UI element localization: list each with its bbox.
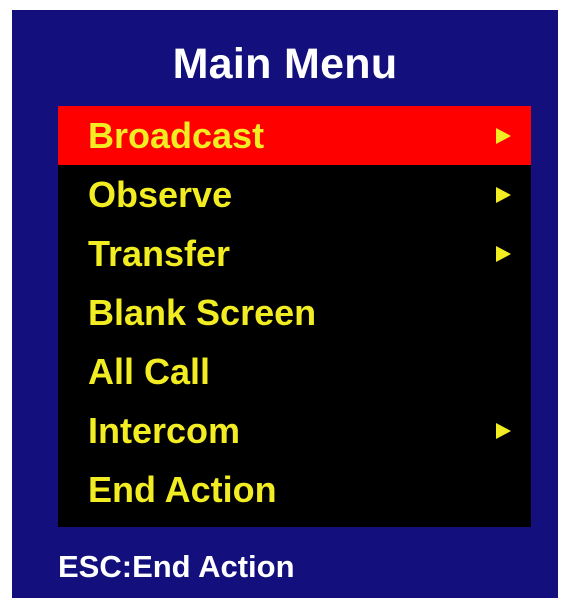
osd-main-menu-panel: Main Menu Broadcast Observe Transfer Bla… [12,10,558,598]
menu-item-label: Transfer [88,233,231,274]
menu-item-observe[interactable]: Observe [58,165,531,224]
submenu-arrow-icon [496,423,511,439]
submenu-arrow-icon [496,187,511,203]
submenu-arrow-icon [496,246,511,262]
menu-title: Main Menu [172,40,398,88]
menu-item-blank-screen[interactable]: Blank Screen [58,283,531,342]
menu-item-label: End Action [88,469,277,510]
menu-item-end-action[interactable]: End Action [58,460,531,519]
menu-item-label: Intercom [88,410,241,451]
menu-item-label: Observe [88,174,233,215]
menu-item-intercom[interactable]: Intercom [58,401,531,460]
menu-item-label: All Call [88,351,211,392]
esc-hint-text: ESC:End Action [58,549,295,584]
menu-item-transfer[interactable]: Transfer [58,224,531,283]
submenu-arrow-icon [496,128,511,144]
menu-item-broadcast[interactable]: Broadcast [58,106,531,165]
menu-item-label: Broadcast [88,115,265,156]
menu-list: Broadcast Observe Transfer Blank Screen … [58,106,531,527]
menu-item-all-call[interactable]: All Call [58,342,531,401]
menu-item-label: Blank Screen [88,292,317,333]
